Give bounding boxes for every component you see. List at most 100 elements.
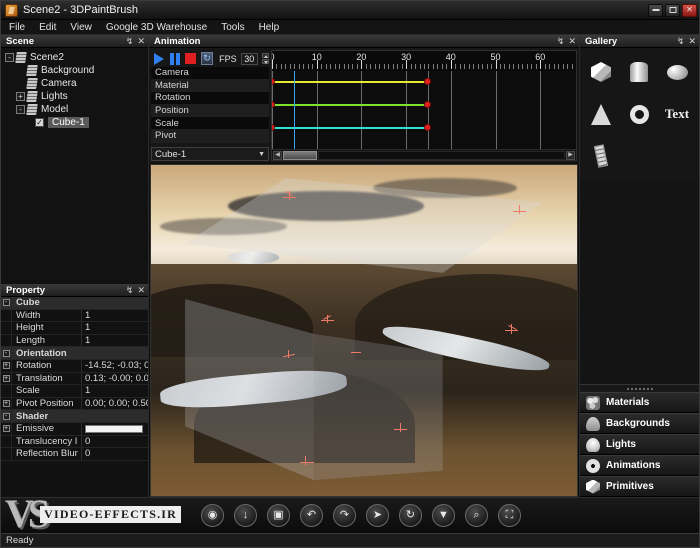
- expander-icon[interactable]: +: [2, 362, 10, 370]
- accordion-item-lights[interactable]: Lights: [580, 434, 699, 455]
- menu-help[interactable]: Help: [259, 22, 280, 33]
- vertex-gizmo[interactable]: [513, 204, 527, 219]
- accordion-item-primitives[interactable]: Primitives: [580, 476, 699, 497]
- property-value[interactable]: 1: [82, 310, 148, 322]
- loop-button[interactable]: ↻: [200, 52, 214, 65]
- sphere-shape-icon[interactable]: [662, 58, 692, 86]
- emissive-color-swatch[interactable]: [85, 424, 143, 433]
- property-value[interactable]: 1: [82, 385, 148, 397]
- undo-tool[interactable]: ↶: [300, 504, 323, 527]
- property-value[interactable]: 0: [82, 436, 148, 448]
- track-position[interactable]: Position: [151, 104, 269, 118]
- scrollbar-track[interactable]: [318, 150, 565, 160]
- expander-icon[interactable]: +: [2, 400, 10, 408]
- import-tool[interactable]: ↓: [234, 504, 257, 527]
- playhead[interactable]: [294, 71, 296, 149]
- pause-button[interactable]: [169, 52, 181, 65]
- vertex-gizmo[interactable]: [300, 456, 315, 470]
- timeline[interactable]: 0 10 20 30 40 50 60 ◀ ▶: [271, 50, 577, 161]
- object-select-dropdown[interactable]: Cube-1 ▼: [151, 147, 269, 161]
- track-material[interactable]: Material: [151, 79, 269, 93]
- vertex-gizmo[interactable]: [393, 423, 408, 437]
- keyframe-marker[interactable]: [272, 124, 275, 131]
- cylinder-shape-icon[interactable]: [624, 58, 654, 86]
- track-pivot[interactable]: Pivot: [151, 129, 269, 143]
- close-icon[interactable]: ✕: [688, 36, 696, 46]
- close-icon[interactable]: ✕: [137, 36, 145, 46]
- tree-item-background[interactable]: Background: [3, 64, 148, 77]
- torus-shape-icon[interactable]: [624, 100, 654, 128]
- keyframe-line[interactable]: [272, 81, 429, 83]
- keyframe-marker[interactable]: [424, 101, 432, 108]
- table-row[interactable]: Translucency I 0: [1, 435, 148, 449]
- table-row[interactable]: Width 1: [1, 309, 148, 323]
- maximize-button[interactable]: [665, 3, 680, 17]
- ruler-shape-icon[interactable]: [586, 142, 616, 170]
- property-value[interactable]: 0.13; -0.00; 0.02: [82, 373, 148, 385]
- tree-toggle[interactable]: +: [16, 92, 25, 101]
- keyframe-marker[interactable]: [424, 78, 432, 85]
- vertex-gizmo[interactable]: [504, 323, 519, 338]
- accordion-item-materials[interactable]: Materials: [580, 392, 699, 413]
- cube-shape-icon[interactable]: [586, 58, 616, 86]
- pin-icon[interactable]: ↯: [557, 36, 565, 46]
- table-row[interactable]: + Translation 0.13; -0.00; 0.02: [1, 372, 148, 386]
- property-value[interactable]: 1: [82, 335, 148, 347]
- minimize-button[interactable]: [648, 3, 663, 17]
- fps-stepper[interactable]: [262, 53, 269, 64]
- scrollbar-thumb[interactable]: [283, 150, 317, 160]
- keyframe-marker[interactable]: [272, 78, 275, 85]
- tree-toggle[interactable]: -: [5, 53, 14, 62]
- vertex-gizmo[interactable]: [283, 350, 297, 364]
- tree-item-cube-1[interactable]: ✓ Cube-1: [3, 116, 148, 129]
- menu-google-3d-warehouse[interactable]: Google 3D Warehouse: [106, 22, 207, 33]
- fit-view-tool[interactable]: ⛶: [498, 504, 521, 527]
- property-value[interactable]: -14.52; -0.03; 0.: [82, 360, 148, 372]
- table-row[interactable]: Scale 1: [1, 385, 148, 398]
- table-row[interactable]: + Pivot Position 0.00; 0.00; 0.50: [1, 397, 148, 411]
- timeline-ruler[interactable]: 0 10 20 30 40 50 60: [272, 51, 576, 71]
- accordion-grip[interactable]: [580, 385, 699, 392]
- table-row[interactable]: Height 1: [1, 322, 148, 335]
- keyframe-line[interactable]: [272, 104, 429, 106]
- keyframe-marker[interactable]: [424, 124, 432, 131]
- pin-icon[interactable]: ↯: [677, 36, 685, 46]
- zoom-tool[interactable]: ⌕: [465, 504, 488, 527]
- expander-icon[interactable]: -: [2, 299, 10, 307]
- tree-item-camera[interactable]: Camera: [3, 77, 148, 90]
- property-value[interactable]: 1: [82, 322, 148, 334]
- keyframe-line[interactable]: [272, 127, 429, 129]
- property-group-cube[interactable]: - Cube: [1, 297, 148, 310]
- table-row[interactable]: + Rotation -14.52; -0.03; 0.: [1, 359, 148, 373]
- close-icon[interactable]: ✕: [568, 36, 576, 46]
- close-button[interactable]: ✕: [682, 3, 697, 17]
- accordion-item-backgrounds[interactable]: Backgrounds: [580, 413, 699, 434]
- tree-toggle[interactable]: -: [16, 105, 25, 114]
- scroll-right-button[interactable]: ▶: [566, 150, 575, 160]
- select-tool[interactable]: ➤: [366, 504, 389, 527]
- fps-input[interactable]: 30: [240, 52, 258, 65]
- tree-item-model[interactable]: - Model: [3, 103, 148, 116]
- menu-tools[interactable]: Tools: [221, 22, 244, 33]
- tree-item-scene2[interactable]: - Scene2: [3, 51, 148, 64]
- track-rotation[interactable]: Rotation: [151, 92, 269, 105]
- track-scale[interactable]: Scale: [151, 117, 269, 130]
- text-shape-icon[interactable]: Text: [662, 100, 692, 128]
- cone-shape-icon[interactable]: [586, 100, 616, 128]
- menu-file[interactable]: File: [9, 22, 25, 33]
- table-row[interactable]: Length 1: [1, 334, 148, 348]
- property-group-orientation[interactable]: - Orientation: [1, 347, 148, 360]
- visibility-checkbox[interactable]: ✓: [35, 118, 44, 127]
- track-camera[interactable]: Camera: [151, 67, 269, 80]
- stop-button[interactable]: [185, 52, 197, 65]
- viewport-3d[interactable]: [150, 164, 578, 497]
- expander-icon[interactable]: +: [2, 374, 10, 382]
- accordion-item-animations[interactable]: Animations: [580, 455, 699, 476]
- scroll-left-button[interactable]: ◀: [273, 150, 282, 160]
- camera-tool[interactable]: ◉: [201, 504, 224, 527]
- property-value[interactable]: 0.00; 0.00; 0.50: [82, 398, 148, 410]
- paint-tool[interactable]: ▼: [432, 504, 455, 527]
- expander-icon[interactable]: -: [2, 349, 10, 357]
- expander-icon[interactable]: -: [2, 412, 10, 420]
- vertex-gizmo[interactable]: [351, 347, 365, 361]
